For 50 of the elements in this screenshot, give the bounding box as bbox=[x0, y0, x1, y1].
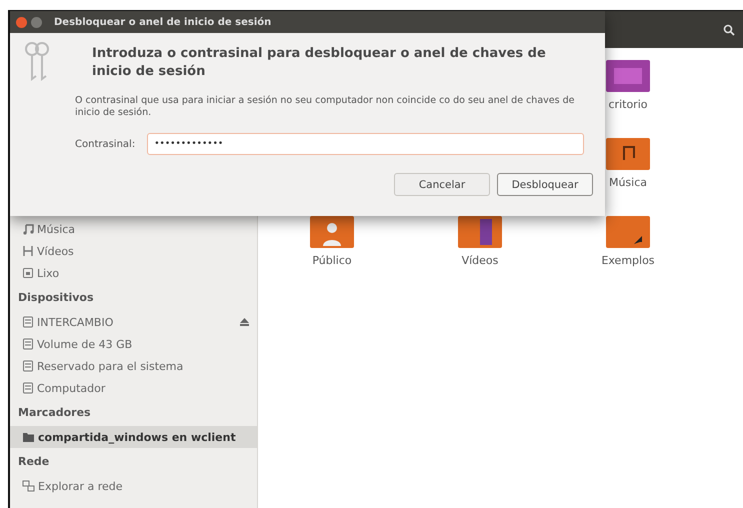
drive-icon bbox=[22, 338, 34, 350]
sidebar-item[interactable]: Música bbox=[10, 218, 257, 240]
sidebar-section-title: Dispositivos bbox=[17, 290, 95, 306]
folder-icon bbox=[22, 431, 35, 443]
drive-icon bbox=[22, 316, 34, 328]
sidebar-item[interactable]: INTERCAMBIO bbox=[10, 311, 257, 333]
sidebar-item[interactable]: Vídeos bbox=[10, 240, 257, 262]
dialog-title: Desbloquear o anel de inicio de sesión bbox=[54, 16, 272, 28]
network-icon bbox=[22, 480, 35, 492]
folder-label: Música bbox=[608, 176, 648, 189]
dialog-message: O contrasinal que usa para iniciar a sesión no seu computador non coincide co do seu anel de chaves de inicio de sesión. bbox=[75, 95, 576, 119]
folder-label: critorio bbox=[608, 98, 648, 111]
sidebar-section-title: Rede bbox=[17, 454, 50, 470]
folder-icon[interactable] bbox=[606, 60, 650, 92]
sidebar-item[interactable]: Volume de 43 GB bbox=[10, 333, 257, 355]
sidebar-item[interactable]: Explorar a rede bbox=[10, 475, 257, 497]
sidebar-item-label: Vídeos bbox=[37, 244, 75, 258]
sidebar-item-label: Volume de 43 GB bbox=[37, 338, 134, 350]
folder-icon[interactable] bbox=[606, 138, 650, 170]
cancel-button[interactable]: Cancelar bbox=[394, 173, 490, 196]
drive-icon bbox=[22, 382, 34, 394]
unlock-button[interactable]: Desbloquear bbox=[497, 173, 593, 196]
search-icon[interactable] bbox=[723, 24, 735, 36]
eject-icon[interactable] bbox=[240, 318, 249, 326]
folder-label: Exemplos bbox=[601, 254, 655, 267]
password-field[interactable]: ••••••••••••• bbox=[147, 133, 584, 155]
sidebar-item[interactable]: Computador bbox=[10, 377, 257, 399]
minimize-icon[interactable] bbox=[31, 16, 42, 28]
trash-icon bbox=[22, 267, 34, 279]
sidebar-item-label: Lixo bbox=[37, 266, 60, 280]
drive-icon bbox=[22, 360, 34, 372]
sidebar-item-label: Explorar a rede bbox=[38, 480, 124, 492]
sidebar-item-label: INTERCAMBIO bbox=[37, 316, 114, 328]
music-note-icon bbox=[22, 223, 34, 235]
close-icon[interactable] bbox=[16, 16, 27, 28]
sidebar-item[interactable]: compartida_windows en wclient bbox=[10, 426, 257, 448]
sidebar-item-label: Computador bbox=[37, 382, 106, 394]
sidebar-item-label: compartida_windows en wclient bbox=[38, 430, 237, 444]
dialog-heading: Introduza o contrasinal para desbloquear o anel de chaves de inicio de sesión bbox=[92, 45, 547, 81]
folder-label: Público bbox=[312, 254, 352, 267]
folder-icon[interactable] bbox=[310, 216, 354, 248]
keys-icon bbox=[22, 41, 52, 83]
sidebar-item[interactable]: Reservado para el sistema bbox=[10, 355, 257, 377]
password-label: Contrasinal: bbox=[75, 138, 136, 150]
sidebar-item-label: Reservado para el sistema bbox=[37, 360, 184, 372]
folder-icon[interactable] bbox=[458, 216, 502, 248]
sidebar-section-title: Marcadores bbox=[17, 405, 92, 421]
sidebar-item-label: Música bbox=[37, 222, 76, 236]
folder-label: Vídeos bbox=[462, 254, 498, 267]
sidebar-item[interactable]: Lixo bbox=[10, 262, 257, 284]
